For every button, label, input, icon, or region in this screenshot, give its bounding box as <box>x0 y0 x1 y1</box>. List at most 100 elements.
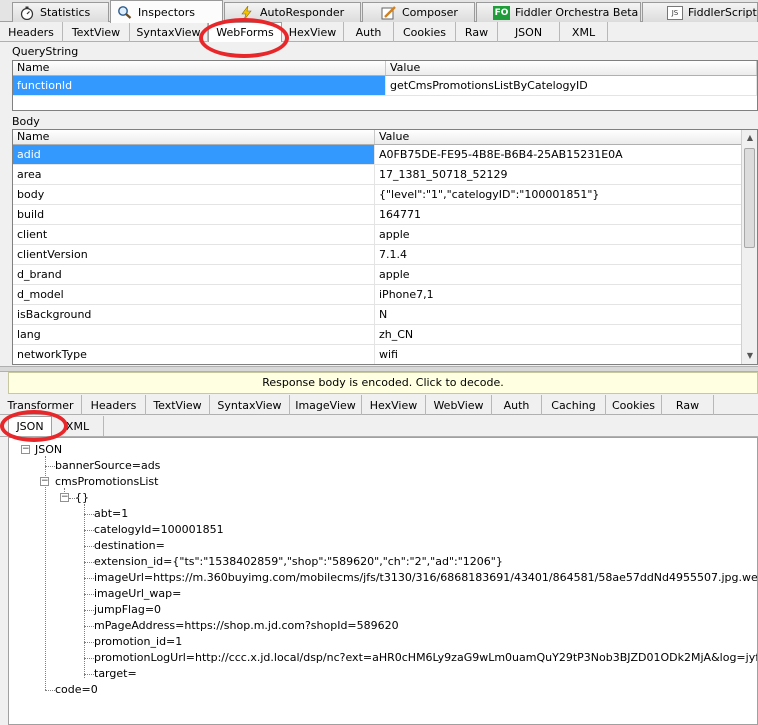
cell-name[interactable]: functionId <box>13 76 386 95</box>
resp-tab-syntaxview[interactable]: SyntaxView <box>210 395 290 415</box>
resp-tab-webview[interactable]: WebView <box>426 395 492 415</box>
cell-name[interactable]: d_brand <box>13 265 375 284</box>
req-tab-raw[interactable]: Raw <box>456 22 498 42</box>
req-tab-xml[interactable]: XML <box>560 22 608 42</box>
table-row[interactable]: adid A0FB75DE-FE95-4B8E-B6B4-25AB15231E0A <box>13 145 757 165</box>
cell-name[interactable]: build <box>13 205 375 224</box>
cell-value[interactable]: A0FB75DE-FE95-4B8E-B6B4-25AB15231E0A <box>375 145 757 164</box>
collapse-object-icon[interactable]: − <box>60 493 69 502</box>
resp-tab-caching[interactable]: Caching <box>542 395 606 415</box>
tab-statistics[interactable]: Statistics <box>12 2 109 22</box>
table-row[interactable]: networkType wifi <box>13 345 757 364</box>
tree-node-item[interactable]: extension_id={"ts":"1538402859","shop":"… <box>94 555 503 569</box>
cell-value[interactable]: zh_CN <box>375 325 757 344</box>
cell-value[interactable]: {"level":"1","catelogyID":"100001851"} <box>375 185 757 204</box>
grid-header: Name Value <box>13 130 757 145</box>
column-header-value[interactable]: Value <box>375 130 757 144</box>
scroll-down-icon[interactable]: ▼ <box>742 348 757 364</box>
cell-value[interactable]: apple <box>375 265 757 284</box>
cell-name[interactable]: lang <box>13 325 375 344</box>
scroll-thumb[interactable] <box>744 148 755 248</box>
resp-tab-raw[interactable]: Raw <box>662 395 714 415</box>
tree-node-item[interactable]: promotion_id=1 <box>94 635 182 649</box>
table-row[interactable]: clientVersion 7.1.4 <box>13 245 757 265</box>
querystring-grid[interactable]: Name Value functionId getCmsPromotionsLi… <box>12 60 758 111</box>
cell-name[interactable]: area <box>13 165 375 184</box>
cell-name[interactable]: body <box>13 185 375 204</box>
tree-node-item[interactable]: mPageAddress=https://shop.m.jd.com?shopI… <box>94 619 399 633</box>
tree-node-item[interactable]: destination= <box>94 539 165 553</box>
resp-tab-json[interactable]: JSON <box>8 416 52 436</box>
req-tab-hexview[interactable]: HexView <box>282 22 344 42</box>
cell-value[interactable]: wifi <box>375 345 757 364</box>
scroll-up-icon[interactable]: ▲ <box>742 130 757 146</box>
cell-name[interactable]: adid <box>13 145 375 164</box>
tree-node-item[interactable]: target= <box>94 667 137 681</box>
tree-node-item[interactable]: catelogyId=100001851 <box>94 523 224 537</box>
collapse-list-icon[interactable]: − <box>40 477 49 486</box>
cell-name[interactable]: networkType <box>13 345 375 364</box>
tab-autoresponder[interactable]: AutoResponder <box>224 2 361 22</box>
body-grid[interactable]: Name Value adid A0FB75DE-FE95-4B8E-B6B4-2… <box>12 129 758 365</box>
cell-value[interactable]: 164771 <box>375 205 757 224</box>
req-tab-json[interactable]: JSON <box>498 22 560 42</box>
table-row[interactable]: lang zh_CN <box>13 325 757 345</box>
table-row[interactable]: d_brand apple <box>13 265 757 285</box>
column-header-name[interactable]: Name <box>13 61 386 75</box>
tree-node-cmspromotionslist[interactable]: cmsPromotionsList <box>55 475 158 489</box>
resp-tab-imageview[interactable]: ImageView <box>290 395 362 415</box>
tree-node-item[interactable]: abt=1 <box>94 507 128 521</box>
cell-value[interactable]: iPhone7,1 <box>375 285 757 304</box>
req-tab-auth[interactable]: Auth <box>344 22 394 42</box>
body-scrollbar[interactable]: ▲ ▼ <box>741 130 757 364</box>
tab-label: Statistics <box>40 6 91 19</box>
resp-tab-hexview[interactable]: HexView <box>362 395 426 415</box>
resp-tab-transformer[interactable]: Transformer <box>0 395 82 415</box>
collapse-root-icon[interactable]: − <box>21 445 30 454</box>
tree-node-item[interactable]: imageUrl=https://m.360buyimg.com/mobilec… <box>94 571 757 585</box>
resp-tab-xml[interactable]: XML <box>52 416 104 436</box>
req-tab-cookies[interactable]: Cookies <box>394 22 456 42</box>
tree-node-item[interactable]: promotionLogUrl=http://ccc.x.jd.local/ds… <box>94 651 757 665</box>
table-row[interactable]: build 164771 <box>13 205 757 225</box>
resp-tab-cookies[interactable]: Cookies <box>606 395 662 415</box>
cell-name[interactable]: client <box>13 225 375 244</box>
tab-composer[interactable]: Composer <box>362 2 475 22</box>
column-header-name[interactable]: Name <box>13 130 375 144</box>
cell-name[interactable]: clientVersion <box>13 245 375 264</box>
table-row[interactable]: body {"level":"1","catelogyID":"100001851… <box>13 185 757 205</box>
json-tree-view[interactable]: − − − JSON bannerSource=ads cmsPromotion… <box>8 437 758 725</box>
cell-value[interactable]: N <box>375 305 757 324</box>
tab-fiddler-orchestra[interactable]: FO Fiddler Orchestra Beta <box>476 2 641 22</box>
tab-inspectors[interactable]: Inspectors <box>110 0 223 23</box>
cell-value[interactable]: 17_1381_50718_52129 <box>375 165 757 184</box>
cell-value[interactable]: getCmsPromotionsListByCatelogyID <box>386 76 757 95</box>
tree-node-object[interactable]: {} <box>75 491 89 505</box>
resp-tab-headers[interactable]: Headers <box>82 395 146 415</box>
cell-value[interactable]: apple <box>375 225 757 244</box>
tree-node-code[interactable]: code=0 <box>55 683 98 697</box>
req-tab-textview[interactable]: TextView <box>63 22 130 42</box>
cell-name[interactable]: d_model <box>13 285 375 304</box>
table-row[interactable]: isBackground N <box>13 305 757 325</box>
tab-fiddlerscript[interactable]: JS FiddlerScript <box>642 2 758 22</box>
tree-node-item[interactable]: jumpFlag=0 <box>94 603 161 617</box>
resp-tab-textview[interactable]: TextView <box>146 395 210 415</box>
tree-node-root[interactable]: JSON <box>35 443 62 457</box>
table-row[interactable]: functionId getCmsPromotionsListByCatelog… <box>13 76 757 96</box>
table-row[interactable]: area 17_1381_50718_52129 <box>13 165 757 185</box>
decode-banner[interactable]: Response body is encoded. Click to decod… <box>8 372 758 394</box>
body-label: Body <box>12 115 40 128</box>
column-header-value[interactable]: Value <box>386 61 757 75</box>
resp-tab-auth[interactable]: Auth <box>492 395 542 415</box>
tree-node-bannersource[interactable]: bannerSource=ads <box>55 459 160 473</box>
cell-name[interactable]: isBackground <box>13 305 375 324</box>
req-tab-headers[interactable]: Headers <box>0 22 63 42</box>
req-tab-webforms[interactable]: WebForms <box>208 22 282 42</box>
req-tab-syntaxview[interactable]: SyntaxView <box>130 22 208 42</box>
cell-value[interactable]: 7.1.4 <box>375 245 757 264</box>
table-row[interactable]: d_model iPhone7,1 <box>13 285 757 305</box>
tree-node-item[interactable]: imageUrl_wap= <box>94 587 181 601</box>
table-row[interactable]: client apple <box>13 225 757 245</box>
tab-label: AutoResponder <box>260 6 345 19</box>
